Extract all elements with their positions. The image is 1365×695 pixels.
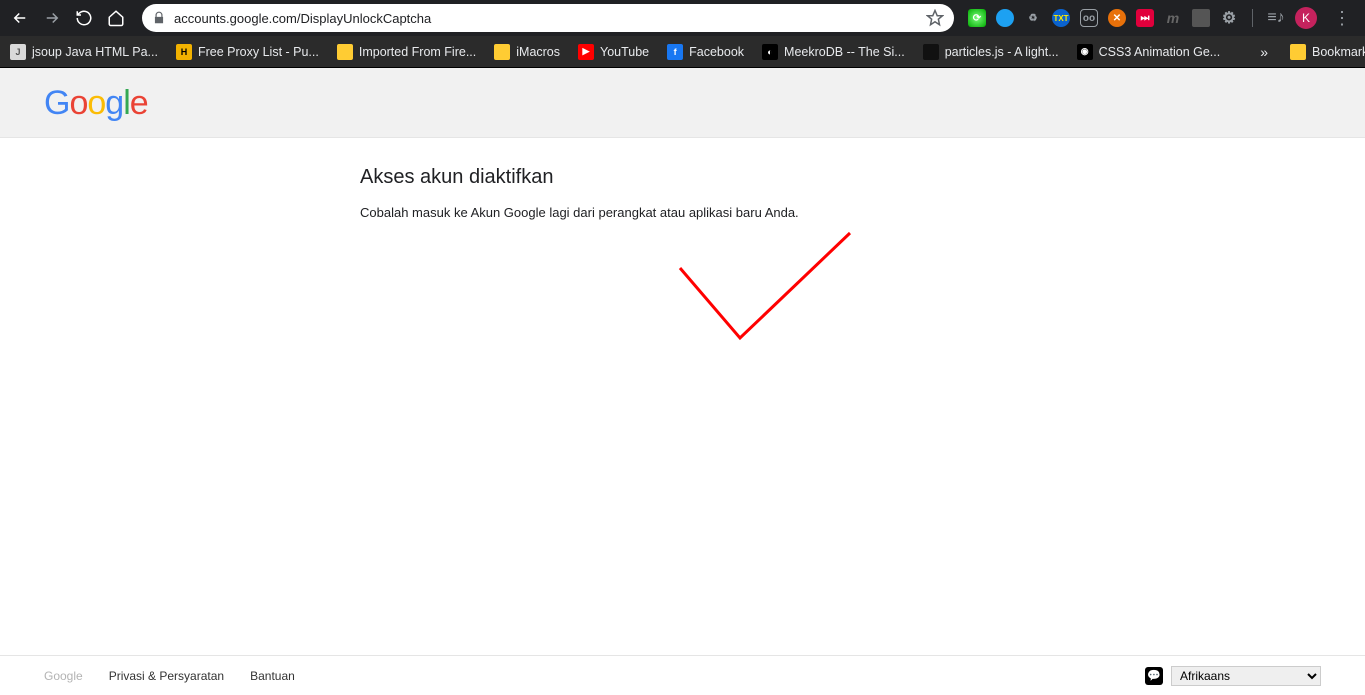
reload-button[interactable] xyxy=(72,6,96,30)
language-select[interactable]: Afrikaans xyxy=(1171,666,1321,686)
google-logo: Google xyxy=(44,84,1365,123)
bookmark-label: Facebook xyxy=(689,45,744,59)
separator xyxy=(1252,9,1253,27)
page-body-text: Cobalah masuk ke Akun Google lagi dari p… xyxy=(360,205,1060,220)
back-button[interactable] xyxy=(8,6,32,30)
bookmark-favicon: ◉ xyxy=(1077,44,1093,60)
bookmarks-overflow-button[interactable]: » xyxy=(1256,44,1272,60)
bookmark-label: particles.js - A light... xyxy=(945,45,1059,59)
playlist-icon[interactable]: ≡♪ xyxy=(1267,9,1285,27)
bookmark-label: MeekroDB -- The Si... xyxy=(784,45,905,59)
ext-icon[interactable]: ⟳ xyxy=(968,9,986,27)
folder-icon xyxy=(337,44,353,60)
bookmark-item[interactable]: iMacros xyxy=(494,44,560,60)
bookmark-favicon: J xyxy=(10,44,26,60)
ext-icon[interactable]: ♻ xyxy=(1024,9,1042,27)
address-bar[interactable]: accounts.google.com/DisplayUnlockCaptcha xyxy=(142,4,954,32)
ext-icon[interactable]: oo xyxy=(1080,9,1098,27)
profile-avatar[interactable]: K xyxy=(1295,7,1317,29)
lock-icon xyxy=(152,11,166,25)
bookmark-favicon: f xyxy=(667,44,683,60)
browser-menu-button[interactable]: ⋮ xyxy=(1327,8,1357,29)
footer-link-help[interactable]: Bantuan xyxy=(250,669,295,683)
bookmark-item[interactable]: ◉ CSS3 Animation Ge... xyxy=(1077,44,1221,60)
bookmark-label: Free Proxy List - Pu... xyxy=(198,45,319,59)
extension-icons: ⟳ ♻ TXT oo ✕ ⏭ m ⚙ ≡♪ K ⋮ xyxy=(968,7,1357,29)
bookmark-label: jsoup Java HTML Pa... xyxy=(32,45,158,59)
ext-icon[interactable]: ⏭ xyxy=(1136,9,1154,27)
ext-icon[interactable]: TXT xyxy=(1052,9,1070,27)
footer-link-privacy[interactable]: Privasi & Persyaratan xyxy=(109,669,224,683)
bookmark-favicon: H xyxy=(176,44,192,60)
checkmark-annotation xyxy=(640,228,860,368)
bookmark-item[interactable]: ◐ MeekroDB -- The Si... xyxy=(762,44,905,60)
bookmark-item[interactable]: H Free Proxy List - Pu... xyxy=(176,44,319,60)
ext-icon[interactable]: ⚙ xyxy=(1220,9,1238,27)
bookmark-label: CSS3 Animation Ge... xyxy=(1099,45,1221,59)
bookmark-favicon: ◐ xyxy=(762,44,778,60)
url-text: accounts.google.com/DisplayUnlockCaptcha xyxy=(174,11,431,26)
ext-icon[interactable]: m xyxy=(1164,9,1182,27)
bookmark-item[interactable]: f Facebook xyxy=(667,44,744,60)
bookmark-label: Imported From Fire... xyxy=(359,45,476,59)
folder-icon xyxy=(1290,44,1306,60)
bookmark-item[interactable]: J jsoup Java HTML Pa... xyxy=(10,44,158,60)
chat-icon[interactable]: 💬 xyxy=(1145,667,1163,685)
bookmark-label: Bookmark lain xyxy=(1312,45,1365,59)
home-button[interactable] xyxy=(104,6,128,30)
browser-toolbar: accounts.google.com/DisplayUnlockCaptcha… xyxy=(0,0,1365,36)
main-content: Akses akun diaktifkan Cobalah masuk ke A… xyxy=(360,138,1060,220)
bookmark-item[interactable]: Imported From Fire... xyxy=(337,44,476,60)
page-heading: Akses akun diaktifkan xyxy=(360,166,1060,189)
ext-icon[interactable] xyxy=(1192,9,1210,27)
bookmark-other-folder[interactable]: Bookmark lain xyxy=(1290,44,1365,60)
star-icon[interactable] xyxy=(926,9,944,27)
bookmark-label: iMacros xyxy=(516,45,560,59)
ext-icon[interactable]: ✕ xyxy=(1108,9,1126,27)
folder-icon xyxy=(494,44,510,60)
page-footer: Google Privasi & Persyaratan Bantuan 💬 A… xyxy=(0,655,1365,695)
bookmark-label: YouTube xyxy=(600,45,649,59)
bookmarks-bar: J jsoup Java HTML Pa... H Free Proxy Lis… xyxy=(0,36,1365,68)
page-content: Google Akses akun diaktifkan Cobalah mas… xyxy=(0,68,1365,655)
bookmark-item[interactable]: particles.js - A light... xyxy=(923,44,1059,60)
google-header: Google xyxy=(0,68,1365,138)
bookmark-item[interactable]: ▶ YouTube xyxy=(578,44,649,60)
bookmark-favicon xyxy=(923,44,939,60)
ext-icon[interactable] xyxy=(996,9,1014,27)
bookmark-favicon: ▶ xyxy=(578,44,594,60)
footer-brand: Google xyxy=(44,669,83,683)
forward-button[interactable] xyxy=(40,6,64,30)
